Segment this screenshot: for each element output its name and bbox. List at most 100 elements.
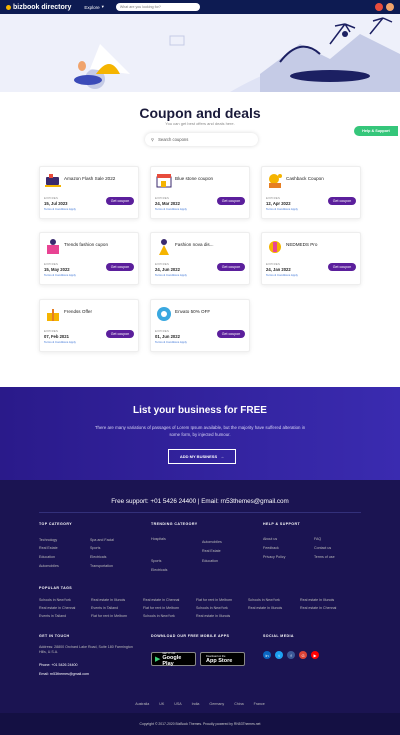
footer-link[interactable]: Electricals — [90, 555, 106, 559]
get-coupon-button[interactable]: Get coupon — [328, 197, 356, 205]
top-search-input[interactable]: What are you looking for? — [115, 3, 200, 11]
footer-link[interactable]: Sports — [90, 546, 100, 550]
terms-link[interactable]: Terms & Conditions Apply — [44, 273, 76, 277]
get-coupon-button[interactable]: Get coupon — [328, 263, 356, 271]
tag-link[interactable]: Schools in NewYork — [196, 606, 228, 610]
get-coupon-button[interactable]: Get coupon — [106, 197, 134, 205]
add-business-label: ADD MY BUSINESS — [179, 454, 218, 459]
expiry-date: 07, Feb 2021 — [44, 334, 69, 339]
footer-link[interactable]: Terms of use — [314, 555, 335, 559]
add-business-button[interactable]: ADD MY BUSINESS → — [168, 449, 236, 464]
tag-link[interactable]: Real estate in Illunois — [196, 614, 230, 618]
tag-link[interactable]: Flat for rent in Melborn — [143, 606, 179, 610]
get-coupon-button[interactable]: Get coupon — [217, 330, 245, 338]
expiry-label: EXPIRES — [44, 196, 59, 200]
country-link[interactable]: Australia — [135, 702, 149, 706]
tag-link[interactable]: Flat for rent in Melborn — [91, 614, 127, 618]
tag-link[interactable]: Real estate in Illunois — [300, 598, 334, 602]
linkedin-icon[interactable]: in — [263, 651, 271, 659]
notification-icon[interactable] — [375, 3, 383, 11]
expiry-date: 15, Jul 2023 — [44, 201, 68, 206]
footer-link[interactable]: Real Estate — [202, 549, 221, 553]
get-coupon-button[interactable]: Get coupon — [217, 263, 245, 271]
twitter-icon[interactable]: t — [275, 651, 283, 659]
copyright-text: Copyright © 2017-2020 BizBook Themes. Pr… — [139, 722, 261, 726]
youtube-icon[interactable]: ▶ — [311, 651, 319, 659]
divider — [39, 512, 361, 513]
country-link[interactable]: USA — [174, 702, 181, 706]
coupon-title: Trends fashion cupon — [64, 242, 109, 247]
trending-heading: TRENDING CATEGORY — [151, 522, 198, 526]
help-support-button[interactable]: Help & Support — [354, 126, 398, 136]
footer-link[interactable]: Education — [39, 555, 55, 559]
footer-link[interactable]: Contact us — [314, 546, 331, 550]
google-plus-icon[interactable]: G — [299, 651, 307, 659]
get-coupon-button[interactable]: Get coupon — [106, 330, 134, 338]
tag-link[interactable]: Real estate in Illunois — [91, 598, 125, 602]
medicine-coupon-icon — [269, 241, 281, 253]
gift-coupon-icon — [47, 309, 59, 321]
country-link[interactable]: France — [254, 702, 265, 706]
coupon-title: Cashback Coupon — [286, 176, 324, 181]
footer-link[interactable]: Education — [202, 559, 218, 563]
footer-link[interactable]: Privacy Policy — [263, 555, 285, 559]
laptop-coupon-icon — [45, 174, 61, 187]
footer-link[interactable]: Hospitals — [151, 537, 166, 541]
coupon-title: Blue stone coupon — [175, 176, 214, 181]
footer-link[interactable]: Feedback — [263, 546, 279, 550]
footer-link[interactable]: Transportation — [90, 564, 113, 568]
footer-link[interactable]: About us — [263, 537, 277, 541]
tag-link[interactable]: Schools in NewYork — [39, 598, 71, 602]
tag-link[interactable]: Schools in NewYork — [248, 598, 280, 602]
terms-link[interactable]: Terms & Conditions Apply — [155, 207, 187, 211]
footer-link[interactable]: Sports — [151, 559, 161, 563]
terms-link[interactable]: Terms & Conditions Apply — [44, 340, 76, 344]
google-play-button[interactable]: ▶ GET IT ON Google Play — [151, 652, 196, 667]
popular-tags-heading: POPULAR TAGS — [39, 586, 73, 590]
coupon-search-input[interactable]: ⚲ Search coupons — [145, 133, 258, 146]
footer-link[interactable]: FAQ — [314, 537, 321, 541]
country-link[interactable]: China — [234, 702, 243, 706]
terms-link[interactable]: Terms & Conditions Apply — [155, 273, 187, 277]
country-link[interactable]: UK — [159, 702, 164, 706]
tag-link[interactable]: Flat for rent in Melborn — [196, 598, 232, 602]
app-store-button[interactable]: Download on the App Store — [200, 652, 245, 666]
social-heading: SOCIAL MEDIA — [263, 634, 294, 638]
support-line: Free support: +01 5426 24400 | Email: rn… — [111, 498, 289, 505]
expiry-label: EXPIRES — [266, 196, 281, 200]
footer-link[interactable]: Electricals — [151, 568, 167, 572]
fashion-coupon-icon — [47, 239, 59, 254]
facebook-icon[interactable]: f — [287, 651, 295, 659]
footer-link[interactable]: Technology — [39, 538, 57, 542]
tag-link[interactable]: Real estate in Illunois — [248, 606, 282, 610]
get-coupon-button[interactable]: Get coupon — [106, 263, 134, 271]
tag-link[interactable]: Real estate in Chennai — [143, 598, 179, 602]
footer-link[interactable]: Spa and Facial — [90, 538, 114, 542]
expiry-date: 24, Mar 2022 — [155, 201, 180, 206]
expiry-label: EXPIRES — [44, 329, 59, 333]
tag-link[interactable]: Schools in NewYork — [143, 614, 175, 618]
avatar[interactable] — [386, 3, 394, 11]
footer-link[interactable]: Automobiles — [39, 564, 59, 568]
expiry-label: EXPIRES — [155, 262, 170, 266]
footer-link[interactable]: Automobiles — [202, 540, 222, 544]
get-coupon-button[interactable]: Get coupon — [217, 197, 245, 205]
logo[interactable]: bizbook directory — [6, 4, 71, 11]
terms-link[interactable]: Terms & Conditions Apply — [266, 207, 298, 211]
search-placeholder: Search coupons — [158, 137, 189, 142]
terms-link[interactable]: Terms & Conditions Apply — [266, 273, 298, 277]
terms-link[interactable]: Terms & Conditions Apply — [44, 207, 76, 211]
tag-link[interactable]: Real estate in Chennai — [300, 606, 336, 610]
tag-link[interactable]: Real estate in Chennai — [39, 606, 75, 610]
tag-link[interactable]: Events in Tailand — [39, 614, 66, 618]
country-link[interactable]: Germany — [209, 702, 224, 706]
footer-link[interactable]: Real Estate — [39, 546, 58, 550]
terms-link[interactable]: Terms & Conditions Apply — [155, 340, 187, 344]
coupon-title: Frendss Offer — [64, 309, 92, 314]
country-link[interactable]: India — [192, 702, 200, 706]
coupon-card: Cashback Coupon EXPIRES 12, Apr 2022 Ter… — [261, 166, 361, 219]
tag-link[interactable]: Events in Tailand — [91, 606, 118, 610]
cta-title: List your business for FREE — [133, 405, 267, 416]
explore-menu[interactable]: Explore ▾ — [84, 4, 104, 10]
email-text[interactable]: Email: rn53themes@gmail.com — [39, 672, 89, 676]
